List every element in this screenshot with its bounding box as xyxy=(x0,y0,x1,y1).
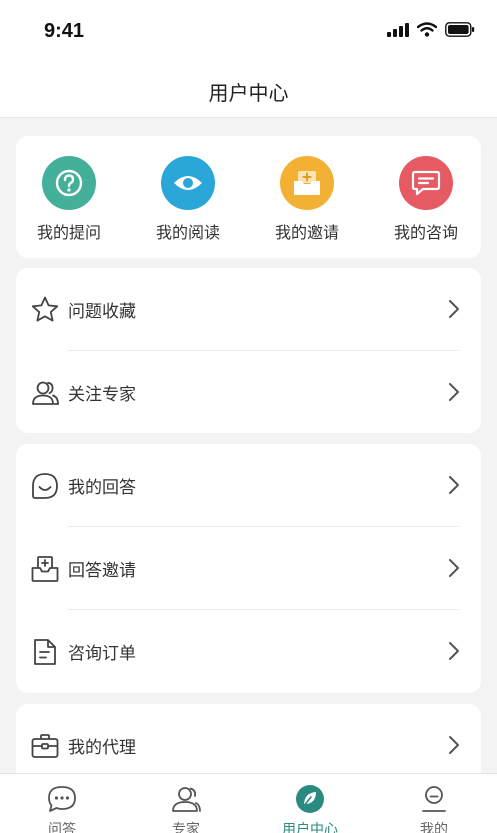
document-icon xyxy=(34,639,56,665)
tab-bar: 问答 专家 用户中心 我的 xyxy=(0,773,497,833)
tab-label: 专家 xyxy=(172,822,200,833)
menu-item-followed-experts[interactable]: 关注专家 xyxy=(16,351,481,433)
chat-bubble-icon xyxy=(399,156,453,210)
menu-item-label: 我的回答 xyxy=(68,478,136,498)
star-icon xyxy=(31,296,59,322)
tab-qa[interactable]: 问答 xyxy=(0,774,124,833)
tab-label: 我的 xyxy=(420,822,448,833)
expert-icon xyxy=(172,787,201,812)
question-icon xyxy=(42,156,96,210)
quick-action-my-consultations[interactable]: 我的咨询 xyxy=(376,156,476,243)
leaf-icon xyxy=(296,785,324,813)
chat-icon xyxy=(48,786,76,812)
chevron-right-icon xyxy=(449,383,459,401)
quick-action-label: 我的咨询 xyxy=(393,223,458,242)
status-time: 9:41 xyxy=(44,20,85,42)
quick-action-my-questions[interactable]: 我的提问 xyxy=(19,156,119,243)
profile-icon xyxy=(422,786,446,812)
menu-item-answer-invitations[interactable]: 回答邀请 xyxy=(16,527,481,609)
menu-item-label: 问题收藏 xyxy=(68,302,136,322)
chevron-right-icon xyxy=(449,476,459,494)
chevron-right-icon xyxy=(449,736,459,754)
quick-actions-card: 我的提问 我的阅读 我的邀请 我的咨询 xyxy=(16,136,481,258)
users-icon xyxy=(32,381,59,405)
menu-item-consultation-orders[interactable]: 咨询订单 xyxy=(16,610,481,692)
tab-experts[interactable]: 专家 xyxy=(124,774,248,833)
briefcase-icon xyxy=(31,734,59,758)
eye-icon xyxy=(161,156,215,210)
page-title: 用户中心 xyxy=(208,81,289,105)
tab-user-center[interactable]: 用户中心 xyxy=(248,774,372,833)
menu-item-question-favorites[interactable]: 问题收藏 xyxy=(16,268,481,350)
quick-action-my-reading[interactable]: 我的阅读 xyxy=(138,156,238,243)
invite-box-icon xyxy=(280,156,334,210)
menu-item-label: 关注专家 xyxy=(68,385,136,405)
cellular-signal-icon xyxy=(387,22,409,37)
quick-action-label: 我的提问 xyxy=(36,223,101,242)
wifi-icon xyxy=(417,22,437,37)
chevron-right-icon xyxy=(449,559,459,577)
status-icons xyxy=(387,22,475,37)
tab-label: 问答 xyxy=(48,822,76,833)
menu-group-favorites: 问题收藏 关注专家 xyxy=(16,268,481,433)
battery-icon xyxy=(445,22,475,37)
menu-item-label: 咨询订单 xyxy=(68,644,136,664)
menu-item-label: 我的代理 xyxy=(68,738,136,758)
nav-bar: 用户中心 xyxy=(0,62,497,118)
status-bar: 9:41 xyxy=(0,0,497,62)
smile-bubble-icon xyxy=(32,473,58,499)
menu-item-label: 回答邀请 xyxy=(68,561,136,581)
chevron-right-icon xyxy=(449,642,459,660)
menu-group-answers: 我的回答 回答邀请 咨询订单 xyxy=(16,444,481,693)
quick-action-my-invitations[interactable]: 我的邀请 xyxy=(257,156,357,243)
menu-item-my-answers[interactable]: 我的回答 xyxy=(16,444,481,526)
inbox-plus-icon xyxy=(31,556,59,582)
tab-label: 用户中心 xyxy=(282,822,338,833)
quick-action-label: 我的邀请 xyxy=(274,223,339,242)
chevron-right-icon xyxy=(449,300,459,318)
quick-action-label: 我的阅读 xyxy=(155,223,220,242)
tab-mine[interactable]: 我的 xyxy=(372,774,496,833)
